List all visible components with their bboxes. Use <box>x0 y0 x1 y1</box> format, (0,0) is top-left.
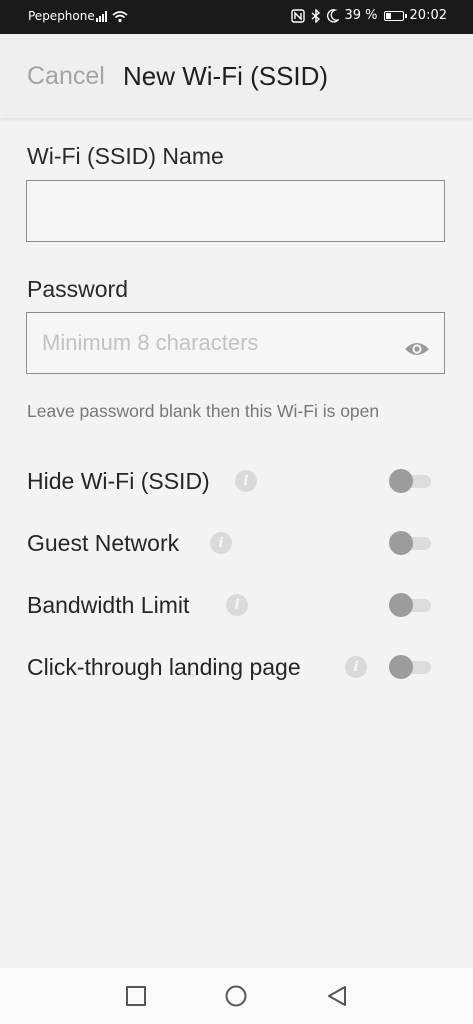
hide-ssid-toggle[interactable] <box>389 469 433 493</box>
page-title: New Wi-Fi (SSID) <box>123 61 329 91</box>
cancel-button[interactable]: Cancel <box>27 62 105 91</box>
info-icon[interactable]: i <box>226 594 248 616</box>
ssid-name-input[interactable] <box>26 180 445 242</box>
info-icon[interactable]: i <box>345 656 367 678</box>
battery-percent: 39 % <box>344 8 378 23</box>
eye-icon[interactable] <box>404 340 430 358</box>
moon-icon <box>326 8 339 22</box>
password-input[interactable] <box>26 312 445 374</box>
system-nav-bar <box>0 968 473 1024</box>
info-icon[interactable]: i <box>210 532 232 554</box>
clock: 20:02 <box>409 8 447 23</box>
password-label: Password <box>27 276 128 302</box>
ssid-name-label: Wi-Fi (SSID) Name <box>27 143 224 169</box>
password-hint: Leave password blank then this Wi-Fi is … <box>27 401 380 421</box>
guest-network-toggle[interactable] <box>389 531 433 555</box>
landing-page-toggle[interactable] <box>389 655 433 679</box>
app-header: Cancel New Wi-Fi (SSID) <box>0 34 473 118</box>
landing-page-label: Click-through landing page <box>27 654 301 680</box>
status-bar: Pepephone 39 % 20:02 <box>0 0 473 34</box>
info-icon[interactable]: i <box>235 470 257 492</box>
status-right: 39 % 20:02 <box>290 8 447 23</box>
bandwidth-limit-label: Bandwidth Limit <box>27 592 190 618</box>
triangle-back-icon[interactable] <box>326 985 348 1007</box>
carrier-name: Pepephone <box>28 9 95 23</box>
nfc-icon <box>290 8 305 23</box>
signal-wifi-icons <box>96 9 130 26</box>
battery-icon <box>383 10 407 21</box>
hide-ssid-label: Hide Wi-Fi (SSID) <box>27 468 210 494</box>
signal-icon <box>96 11 128 23</box>
guest-network-label: Guest Network <box>27 530 180 556</box>
bandwidth-limit-toggle[interactable] <box>389 593 433 617</box>
bluetooth-icon <box>311 8 320 23</box>
square-icon[interactable] <box>125 985 147 1007</box>
circle-icon[interactable] <box>225 985 247 1007</box>
